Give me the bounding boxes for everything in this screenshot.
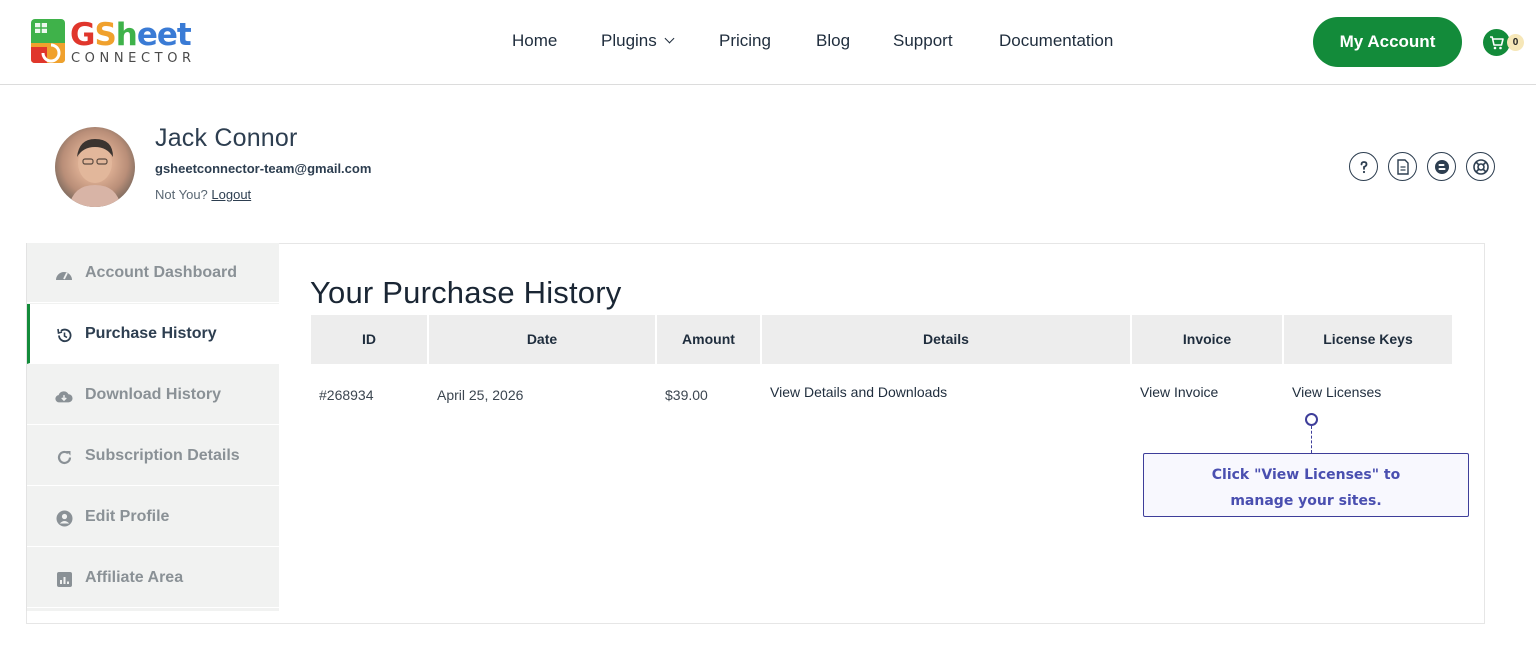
user-email: gsheetconnector-team@gmail.com <box>155 161 372 176</box>
sidebar-item-label: Subscription Details <box>85 447 240 464</box>
tooltip-line-2: manage your sites. <box>1230 493 1382 509</box>
gsheet-connector-logo[interactable]: GSheet CONNECTOR <box>29 17 209 69</box>
logo-wordmark: GSheet <box>70 17 192 53</box>
cell-order-id: #268934 <box>319 387 374 403</box>
sidebar-item-label: Purchase History <box>85 325 217 342</box>
user-circle-icon <box>55 509 73 527</box>
bar-chart-icon <box>55 570 73 588</box>
sidebar-item-affiliate-area[interactable]: Affiliate Area <box>27 548 280 608</box>
tooltip-pin-marker <box>1305 413 1318 426</box>
avatar <box>55 127 135 207</box>
sheet-logo-icon <box>31 19 65 63</box>
help-icon[interactable] <box>1349 152 1378 181</box>
sidebar-item-label: Affiliate Area <box>85 569 184 586</box>
sidebar-item-subscription-details[interactable]: Subscription Details <box>27 426 280 486</box>
logo-subtitle: CONNECTOR <box>71 51 196 66</box>
nav-blog[interactable]: Blog <box>816 31 850 51</box>
column-header-invoice: Invoice <box>1132 315 1282 364</box>
nav-documentation[interactable]: Documentation <box>999 31 1113 51</box>
tooltip-connector-line <box>1311 426 1312 453</box>
dashboard-gauge-icon <box>55 265 73 283</box>
column-header-license-keys: License Keys <box>1284 315 1452 364</box>
sidebar-item-label: Account Dashboard <box>85 264 238 281</box>
nav-support[interactable]: Support <box>893 31 953 51</box>
column-header-date: Date <box>429 315 655 364</box>
cart-count-badge: 0 <box>1507 34 1524 51</box>
not-you-line: Not You? Logout <box>155 187 251 202</box>
user-name: Jack Connor <box>155 124 298 152</box>
support-lifebuoy-icon[interactable] <box>1466 152 1495 181</box>
cell-amount: $39.00 <box>665 387 708 403</box>
sidebar-item-label: Edit Profile <box>85 508 170 525</box>
sidebar-item-purchase-history[interactable]: Purchase History <box>27 304 280 364</box>
refresh-icon <box>55 448 73 466</box>
column-header-id: ID <box>311 315 427 364</box>
view-details-link[interactable]: View Details and Downloads <box>770 384 947 400</box>
account-sidebar: Account Dashboard Purchase History Downl… <box>26 243 280 611</box>
cloud-download-icon <box>55 387 73 405</box>
document-icon[interactable] <box>1388 152 1417 181</box>
site-header: GSheet CONNECTOR Home Plugins Pricing Bl… <box>0 0 1536 85</box>
cart-icon <box>1483 29 1510 56</box>
history-icon <box>55 326 73 344</box>
blog-icon[interactable] <box>1427 152 1456 181</box>
nav-plugins[interactable]: Plugins <box>601 31 675 51</box>
sidebar-item-account-dashboard[interactable]: Account Dashboard <box>27 243 280 303</box>
not-you-text: Not You? <box>155 187 208 202</box>
cart-button[interactable]: 0 <box>1483 29 1527 57</box>
my-account-button[interactable]: My Account <box>1313 17 1462 67</box>
nav-home[interactable]: Home <box>512 31 557 51</box>
view-licenses-tooltip: Click "View Licenses" to manage your sit… <box>1143 453 1469 517</box>
view-licenses-link[interactable]: View Licenses <box>1292 384 1381 400</box>
sidebar-item-download-history[interactable]: Download History <box>27 365 280 425</box>
column-header-amount: Amount <box>657 315 760 364</box>
tooltip-line-1: Click "View Licenses" to <box>1211 467 1401 483</box>
view-invoice-link[interactable]: View Invoice <box>1140 384 1218 400</box>
nav-plugins-label: Plugins <box>601 31 657 50</box>
column-header-details: Details <box>762 315 1130 364</box>
cell-date: April 25, 2026 <box>437 387 524 403</box>
logout-link[interactable]: Logout <box>211 187 251 202</box>
chevron-down-icon <box>664 33 675 44</box>
sidebar-item-edit-profile[interactable]: Edit Profile <box>27 487 280 547</box>
sidebar-item-label: Download History <box>85 386 222 403</box>
page-title: Your Purchase History <box>310 275 622 310</box>
nav-pricing[interactable]: Pricing <box>719 31 771 51</box>
